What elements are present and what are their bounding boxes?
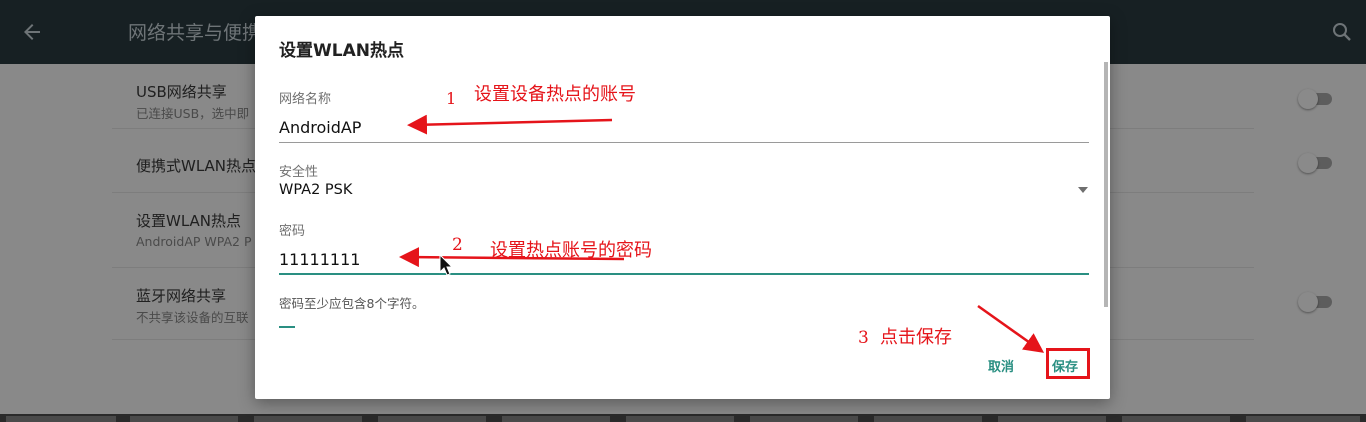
taskbar-strip: [0, 414, 1366, 422]
cancel-button[interactable]: 取消: [988, 356, 1014, 375]
network-name-value[interactable]: AndroidAP: [279, 118, 361, 137]
setting-subtitle: 已连接USB，选中即: [136, 106, 250, 121]
setting-title: 设置WLAN热点: [136, 212, 242, 230]
setting-title: 蓝牙网络共享: [136, 287, 227, 305]
show-password-indicator[interactable]: [279, 326, 295, 328]
arrow-left-icon[interactable]: [20, 20, 44, 44]
portable-hotspot-toggle[interactable]: [1298, 153, 1334, 173]
page-title: 网络共享与便携: [128, 22, 262, 44]
password-hint: 密码至少应包含8个字符。: [279, 296, 425, 311]
setting-title: USB网络共享: [136, 83, 227, 101]
usb-tethering-toggle[interactable]: [1298, 89, 1334, 109]
security-select[interactable]: WPA2 PSK: [279, 182, 352, 198]
hotspot-settings-dialog: 设置WLAN热点 网络名称 AndroidAP 安全性 WPA2 PSK 密码 …: [255, 16, 1110, 399]
setting-subtitle: AndroidAP WPA2 P: [136, 234, 252, 249]
password-label: 密码: [279, 224, 306, 239]
network-name-label: 网络名称: [279, 92, 332, 107]
password-field[interactable]: 11111111: [279, 250, 1089, 276]
dialog-scrollbar[interactable]: [1104, 62, 1108, 307]
setting-title: 便携式WLAN热点: [136, 157, 257, 175]
network-name-field[interactable]: AndroidAP: [279, 116, 1089, 144]
dropdown-arrow-icon[interactable]: [1077, 186, 1089, 194]
dialog-title: 设置WLAN热点: [279, 41, 404, 61]
security-label: 安全性: [279, 165, 319, 180]
save-highlight-box: [1046, 348, 1090, 379]
setting-subtitle: 不共享该设备的互联: [136, 310, 249, 325]
password-value[interactable]: 11111111: [279, 250, 360, 269]
search-icon[interactable]: [1330, 20, 1354, 44]
bluetooth-tethering-toggle[interactable]: [1298, 292, 1334, 312]
